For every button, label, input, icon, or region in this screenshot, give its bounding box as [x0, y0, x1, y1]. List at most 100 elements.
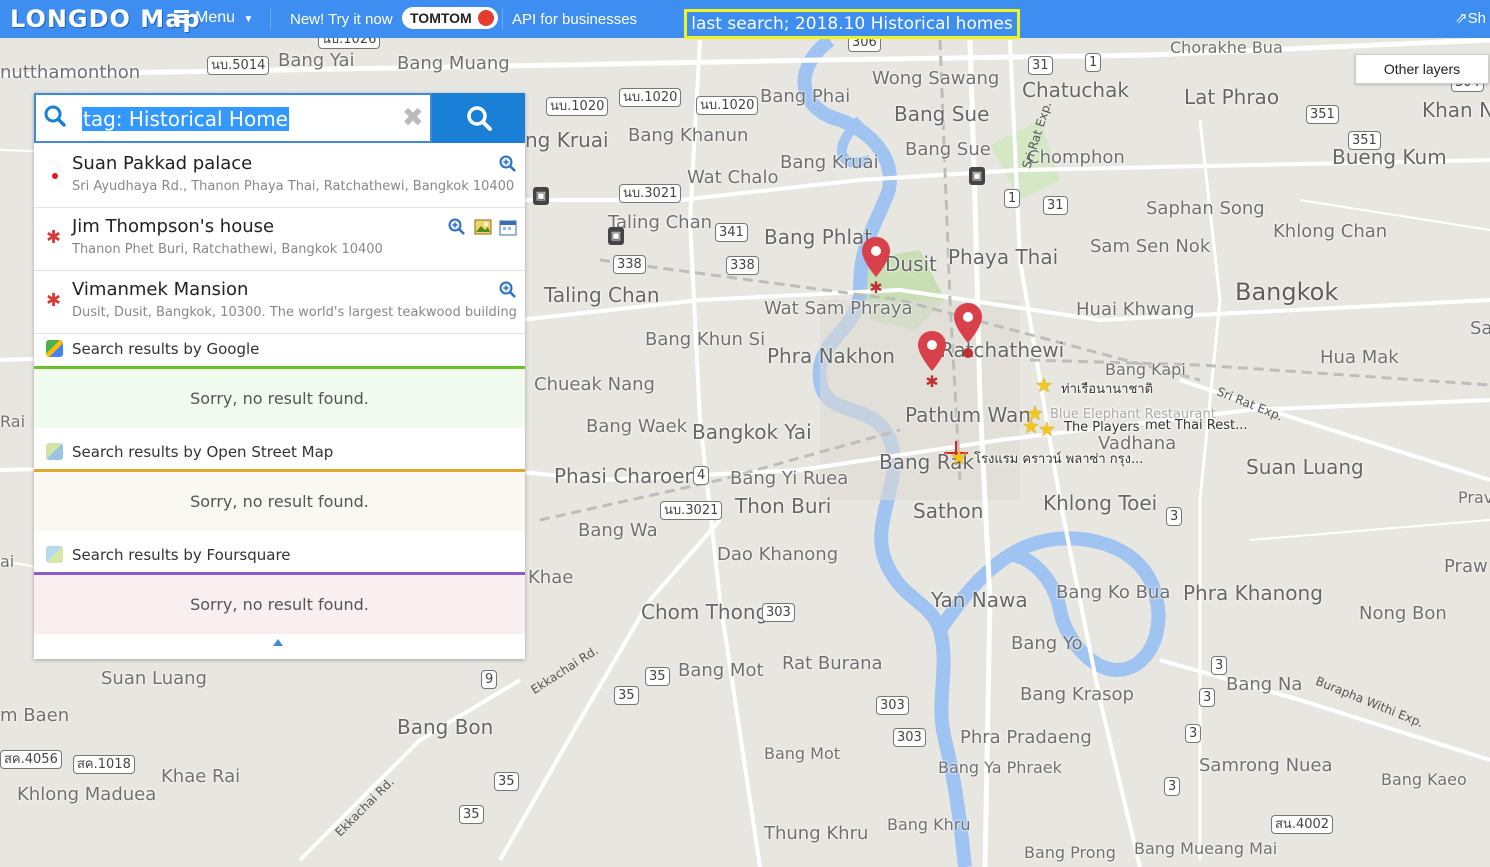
route-shield: นบ.3021 — [660, 501, 723, 520]
zoom-in-icon[interactable] — [499, 281, 517, 299]
tomtom-promo-link[interactable]: New! Try it now — [290, 11, 393, 28]
route-shield: 303 — [876, 696, 909, 715]
place-label: Prav — [1458, 488, 1490, 507]
result-pin-marker[interactable]: ✱ — [862, 237, 890, 295]
train-icon[interactable]: ▣ — [969, 167, 985, 185]
section-label: Search results by Google — [72, 340, 260, 358]
api-business-link[interactable]: API for businesses — [512, 11, 637, 28]
route-shield: 351 — [1306, 105, 1339, 124]
result-pin-marker[interactable] — [954, 303, 982, 361]
place-label: Suan Luang — [1246, 455, 1364, 479]
place-label: Bang Ya Phraek — [938, 758, 1062, 777]
poi-label[interactable]: met Thai Rest... — [1145, 418, 1248, 433]
place-label: Khlong Toei — [1043, 491, 1158, 515]
result-title[interactable]: Vimanmek Mansion — [72, 279, 248, 300]
place-label: Nong Bon — [1359, 603, 1447, 624]
list-item[interactable]: Suan Pakkad palace Sri Ayudhaya Rd., Tha… — [34, 145, 525, 208]
longdo-logo[interactable]: LONGDO Map — [10, 5, 201, 33]
route-shield: นบ.1020 — [619, 88, 682, 107]
poi-label[interactable]: ท่าเรือนานาชาติ — [1061, 378, 1153, 399]
star-icon[interactable]: ★ — [1038, 420, 1056, 440]
place-label: Pathum Wan — [905, 403, 1031, 427]
place-label: Phra Khanong — [1183, 581, 1323, 605]
menu-button[interactable]: Menu ▼ — [174, 9, 253, 27]
result-title[interactable]: Jim Thompson's house — [72, 216, 274, 237]
foursquare-results-header[interactable]: Search results by Foursquare — [34, 536, 525, 572]
place-label: Hua Mak — [1320, 347, 1399, 368]
route-shield: 35 — [494, 772, 519, 791]
route-shield: 303 — [762, 603, 795, 622]
osm-icon — [46, 443, 63, 460]
route-shield: 3 — [1164, 777, 1181, 796]
route-shield: 1 — [1085, 53, 1102, 72]
google-results-header[interactable]: Search results by Google — [34, 330, 525, 366]
place-label: Sa — [1470, 318, 1490, 339]
tomtom-badge[interactable]: TOMTOM — [402, 7, 498, 29]
share-button[interactable]: ⇗Sh — [1455, 9, 1486, 27]
place-label: Yan Nawa — [931, 588, 1028, 612]
foursquare-results-body: Sorry, no result found. — [34, 572, 525, 634]
list-item[interactable]: ✱ Jim Thompson's house Thanon Phet Buri,… — [34, 208, 525, 271]
divider — [270, 8, 271, 30]
tomtom-brand: TOMTOM — [410, 10, 472, 26]
clear-icon[interactable]: ✖ — [402, 104, 424, 130]
hamburger-icon — [174, 10, 189, 23]
place-label: Bang Bon — [397, 715, 494, 739]
place-label: Bang Wa — [578, 520, 658, 541]
poi-label[interactable]: The Players — [1064, 420, 1140, 435]
collapse-arrow-icon[interactable] — [273, 639, 283, 646]
route-shield: นบ.1020 — [546, 97, 609, 116]
zoom-in-icon[interactable] — [448, 218, 466, 236]
list-item[interactable]: ✱ Vimanmek Mansion Dusit, Dusit, Bangkok… — [34, 271, 525, 334]
other-layers-button[interactable]: Other layers — [1355, 54, 1489, 84]
search-box[interactable]: tag: Historical Home ✖ — [34, 93, 432, 143]
place-label: Chom Thong — [641, 600, 769, 624]
route-shield: นบ.5014 — [207, 56, 270, 75]
place-label: Bang Mueang Mai — [1134, 839, 1278, 858]
section-label: Search results by Open Street Map — [72, 443, 334, 461]
search-icon — [467, 106, 492, 131]
place-label: Sam Sen Nok — [1090, 236, 1211, 257]
star-icon[interactable]: ★ — [1035, 376, 1053, 396]
poi-label[interactable]: โรงแรม คราวน์ พลาซ่า กรุง... — [974, 448, 1143, 469]
route-shield: 3 — [1211, 656, 1228, 675]
place-label: Phra Nakhon — [767, 344, 895, 368]
route-shield: 35 — [614, 686, 639, 705]
no-result-message: Sorry, no result found. — [190, 389, 369, 408]
place-label: Chomphon — [1027, 147, 1125, 168]
train-icon[interactable]: ▣ — [533, 187, 549, 205]
calendar-icon[interactable] — [499, 218, 517, 236]
search-input[interactable]: tag: Historical Home — [82, 107, 289, 131]
result-pin-marker[interactable]: ✱ — [918, 331, 946, 389]
route-shield: 351 — [1348, 131, 1381, 150]
place-label: Taling Chan — [544, 283, 660, 307]
result-title[interactable]: Suan Pakkad palace — [72, 153, 252, 174]
train-icon[interactable]: ▣ — [608, 227, 624, 245]
no-result-message: Sorry, no result found. — [190, 595, 369, 614]
last-search-banner: last search; 2018.10 Historical homes — [684, 9, 1020, 39]
route-shield: 3 — [1166, 507, 1183, 526]
place-label: Chorakhe Bua — [1170, 38, 1283, 57]
place-label: Samrong Nuea — [1199, 755, 1333, 776]
place-label: Bang Kaeo — [1381, 770, 1467, 789]
place-label: Dao Khanong — [717, 544, 839, 565]
zoom-in-icon[interactable] — [499, 155, 517, 173]
place-label: Wat Chalo — [687, 167, 779, 188]
place-label: Bang Sue — [905, 139, 991, 160]
place-label: Khan Na — [1422, 98, 1490, 122]
star-icon[interactable]: ★ — [950, 448, 968, 468]
place-label: ng Kruai — [525, 128, 609, 152]
asterisk-marker-icon: ✱ — [46, 290, 62, 310]
search-button[interactable] — [432, 93, 525, 143]
photo-icon[interactable] — [474, 218, 492, 236]
place-label: Khlong Chan — [1273, 221, 1388, 242]
place-label: Bang Sue — [894, 102, 990, 126]
google-results-body: Sorry, no result found. — [34, 366, 525, 428]
place-label: Phasi Charoen — [554, 464, 698, 488]
place-label: Bang Kruai — [780, 152, 879, 173]
place-label: Chatuchak — [1022, 78, 1129, 102]
place-label: Saphan Song — [1146, 198, 1265, 219]
place-label: Bang Yi Ruea — [730, 468, 849, 489]
route-shield: 31 — [1043, 196, 1068, 215]
osm-results-header[interactable]: Search results by Open Street Map — [34, 433, 525, 469]
